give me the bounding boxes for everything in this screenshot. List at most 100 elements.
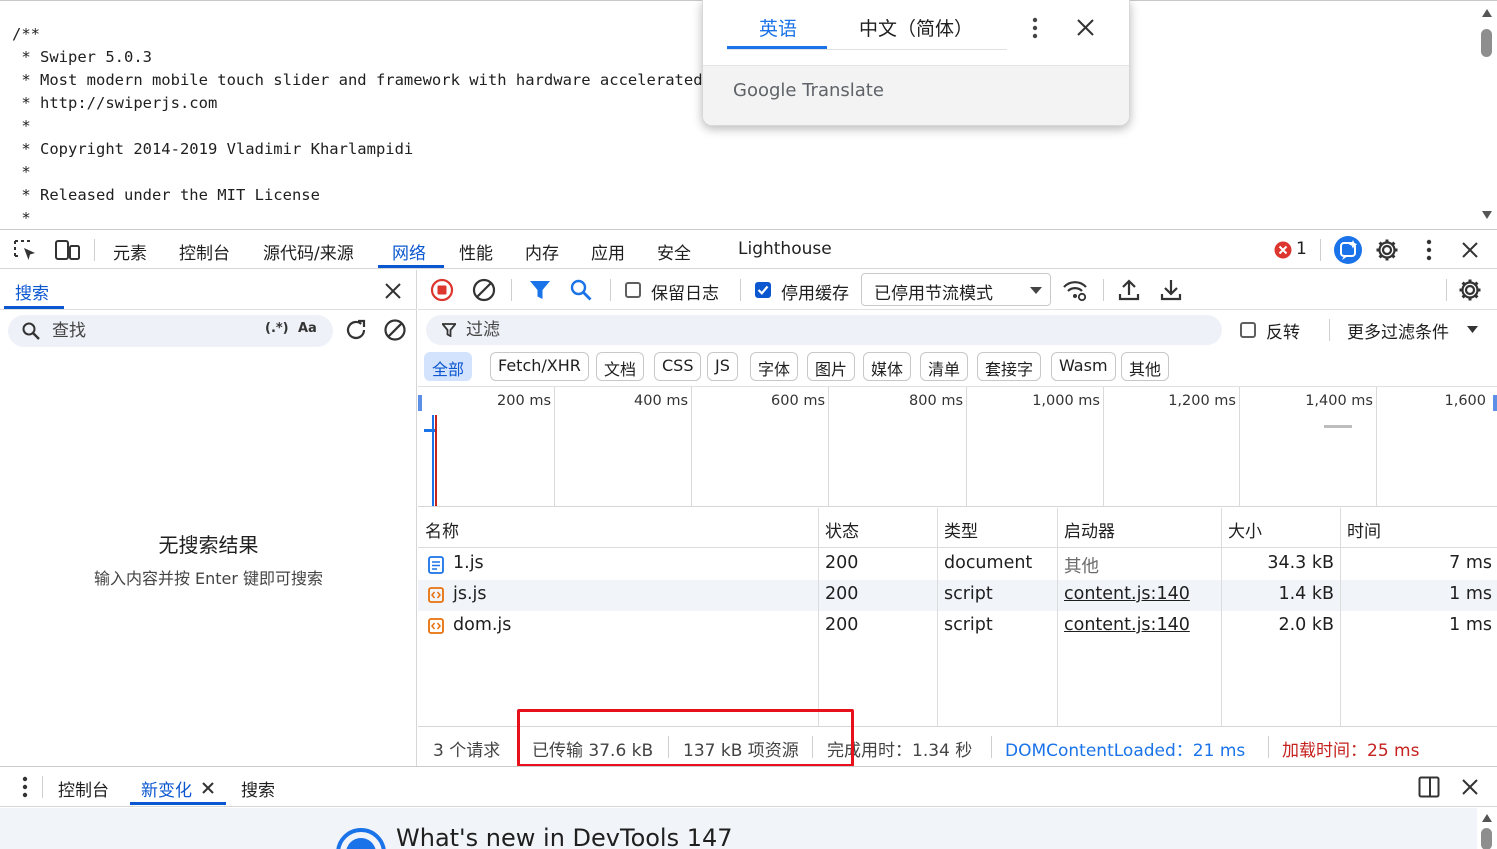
close-icon[interactable] — [1077, 19, 1094, 36]
export-har-icon[interactable] — [1160, 278, 1182, 302]
type-filter-other[interactable]: 其他 — [1121, 352, 1170, 381]
device-toolbar-icon[interactable] — [55, 239, 81, 261]
column-divider[interactable] — [818, 508, 819, 726]
match-case-toggle[interactable]: Aa — [298, 321, 317, 336]
preserve-log-checkbox[interactable] — [625, 282, 641, 298]
request-type: document — [944, 553, 1033, 573]
network-conditions-icon[interactable] — [1062, 278, 1088, 302]
tab-console[interactable]: 控制台 — [179, 239, 230, 264]
column-header-name[interactable]: 名称 — [418, 508, 459, 548]
tab-elements[interactable]: 元素 — [113, 239, 147, 264]
preserve-log-label[interactable]: 保留日志 — [651, 279, 719, 304]
close-search-icon[interactable] — [385, 283, 401, 299]
clear-icon[interactable] — [383, 318, 407, 342]
filter-input[interactable] — [466, 317, 966, 343]
regex-toggle[interactable]: (.*) — [265, 321, 289, 336]
import-har-icon[interactable] — [1118, 278, 1140, 302]
close-tab-icon[interactable] — [202, 782, 214, 794]
type-filter-font[interactable]: 字体 — [750, 352, 799, 381]
request-status: 200 — [825, 584, 859, 604]
tab-network[interactable]: 网络 — [392, 239, 426, 264]
disable-cache-checkbox[interactable] — [755, 282, 771, 298]
tab-lighthouse[interactable]: Lighthouse — [738, 239, 832, 259]
request-time: 1 ms — [1449, 615, 1492, 635]
clear-log-icon[interactable] — [472, 278, 496, 302]
inspect-element-icon[interactable] — [13, 239, 37, 261]
search-input[interactable] — [52, 318, 252, 344]
error-counter[interactable]: 1 — [1274, 239, 1314, 261]
more-options-icon[interactable] — [1425, 239, 1433, 261]
scrollbar-thumb[interactable] — [1481, 29, 1492, 57]
type-filter-doc[interactable]: 文档 — [596, 352, 645, 381]
invert-checkbox[interactable] — [1240, 322, 1256, 338]
column-header-initiator[interactable]: 启动器 — [1057, 508, 1115, 548]
timeline-handle-left[interactable] — [418, 395, 422, 411]
filter-box — [426, 315, 1222, 345]
timeline-gridline — [1376, 387, 1377, 506]
column-header-time[interactable]: 时间 — [1340, 508, 1381, 548]
timeline-tick-label: 400 ms — [634, 393, 688, 409]
request-initiator-link[interactable]: content.js:140 — [1064, 584, 1190, 604]
scroll-up-icon[interactable] — [1482, 814, 1492, 822]
timeline-tick-label: 1,000 ms — [1032, 393, 1100, 409]
close-devtools-icon[interactable] — [1462, 242, 1478, 258]
tab-sources[interactable]: 源代码/来源 — [263, 239, 354, 264]
timeline-tick-label: 200 ms — [497, 393, 551, 409]
column-divider[interactable] — [1340, 508, 1341, 726]
column-header-type[interactable]: 类型 — [937, 508, 978, 548]
drawer-tab-console[interactable]: 控制台 — [58, 776, 109, 801]
column-header-size[interactable]: 大小 — [1221, 508, 1262, 548]
scrollbar-thumb[interactable] — [1481, 828, 1492, 849]
column-divider[interactable] — [937, 508, 938, 726]
filter-funnel-icon[interactable] — [529, 279, 551, 301]
table-row[interactable]: js.js 200 script content.js:140 1.4 kB 1… — [418, 580, 1497, 611]
close-drawer-icon[interactable] — [1462, 779, 1478, 795]
table-row[interactable]: 1.js 200 document 其他 34.3 kB 7 ms — [418, 549, 1497, 580]
source-scrollbar[interactable] — [1477, 3, 1497, 227]
drawer-scrollbar[interactable] — [1477, 808, 1497, 849]
type-filter-manifest[interactable]: 清单 — [920, 352, 969, 381]
request-time: 7 ms — [1449, 553, 1492, 573]
request-initiator-link[interactable]: content.js:140 — [1064, 615, 1190, 635]
ai-assistant-icon[interactable] — [1333, 235, 1363, 265]
type-filter-media[interactable]: 媒体 — [863, 352, 912, 381]
scroll-up-icon[interactable] — [1482, 9, 1492, 17]
table-row[interactable]: dom.js 200 script content.js:140 2.0 kB … — [418, 611, 1497, 642]
drawer-tab-whats-new[interactable]: 新变化 — [141, 776, 192, 801]
throttling-select[interactable]: 已停用节流模式 — [861, 273, 1051, 306]
search-icon[interactable] — [570, 279, 592, 301]
translate-tab-english[interactable]: 英语 — [759, 14, 797, 41]
type-filter-socket[interactable]: 套接字 — [977, 352, 1042, 381]
refresh-icon[interactable] — [344, 318, 368, 342]
type-filter-img[interactable]: 图片 — [807, 352, 856, 381]
drawer-menu-icon[interactable] — [21, 776, 29, 798]
settings-gear-icon[interactable] — [1375, 238, 1399, 262]
drawer-tab-search[interactable]: 搜索 — [241, 776, 275, 801]
tab-performance[interactable]: 性能 — [459, 239, 493, 264]
network-settings-icon[interactable] — [1458, 278, 1482, 302]
timeline-handle-right[interactable] — [1493, 395, 1497, 411]
translate-tab-chinese[interactable]: 中文（简体） — [859, 14, 973, 41]
type-filter-fetch-xhr[interactable]: Fetch/XHR — [490, 352, 589, 381]
tab-application[interactable]: 应用 — [591, 239, 625, 264]
dock-side-icon[interactable] — [1418, 776, 1440, 798]
invert-label[interactable]: 反转 — [1266, 318, 1300, 343]
tab-security[interactable]: 安全 — [657, 239, 691, 264]
type-filter-css[interactable]: CSS — [654, 352, 702, 381]
request-time: 1 ms — [1449, 584, 1492, 604]
more-options-icon[interactable] — [1031, 17, 1039, 39]
type-filter-all[interactable]: 全部 — [424, 352, 473, 381]
scroll-down-icon[interactable] — [1482, 211, 1492, 219]
column-header-status[interactable]: 状态 — [818, 508, 859, 548]
disable-cache-label[interactable]: 停用缓存 — [781, 279, 849, 304]
tab-memory[interactable]: 内存 — [525, 239, 559, 264]
type-filter-wasm[interactable]: Wasm — [1051, 352, 1116, 381]
search-pane-title[interactable]: 搜索 — [15, 279, 49, 304]
status-divider — [1268, 736, 1269, 758]
record-stop-icon[interactable] — [430, 278, 454, 302]
timeline-overview[interactable]: 200 ms 400 ms 600 ms 800 ms 1,000 ms 1,2… — [418, 386, 1497, 507]
column-divider[interactable] — [1057, 508, 1058, 726]
more-filters-dropdown[interactable]: 更多过滤条件 — [1347, 318, 1487, 343]
type-filter-js[interactable]: JS — [707, 352, 738, 381]
column-divider[interactable] — [1221, 508, 1222, 726]
